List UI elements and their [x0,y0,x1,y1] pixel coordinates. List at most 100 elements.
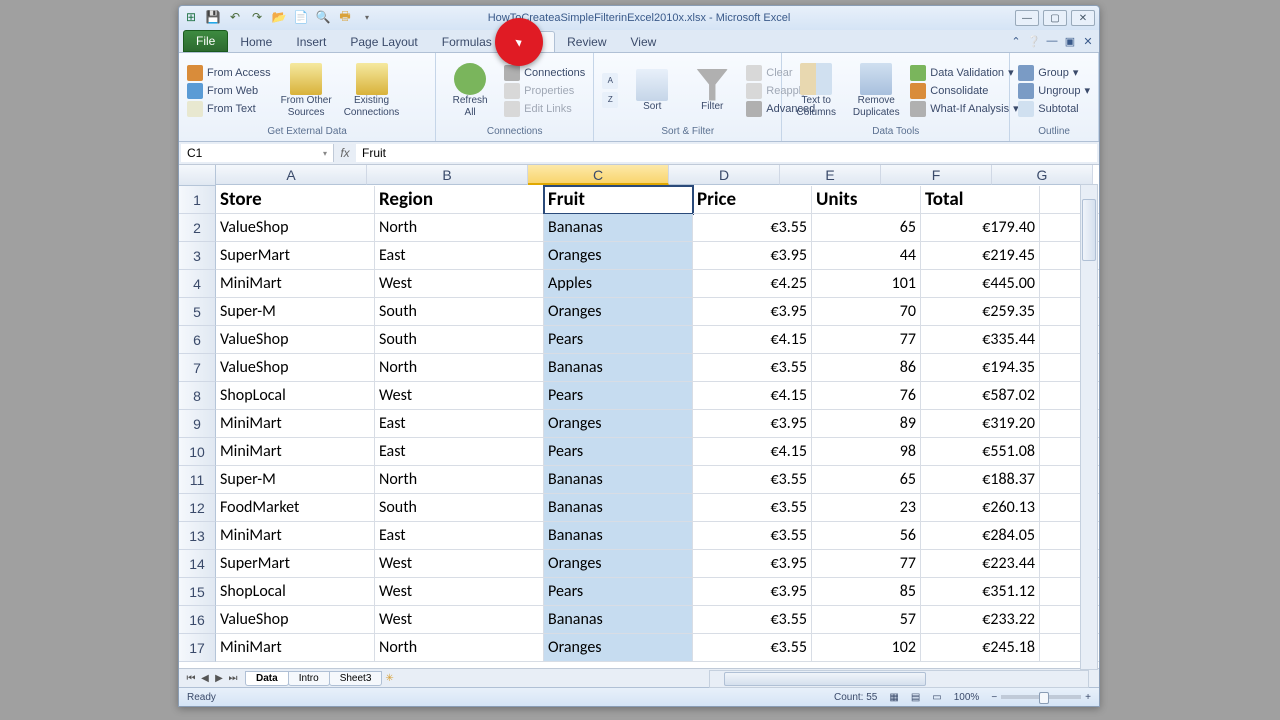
row-header[interactable]: 9 [179,410,216,438]
cell-B16[interactable]: West [375,606,544,634]
cell-F8[interactable]: €587.02 [921,382,1040,410]
cell-D8[interactable]: €4.15 [693,382,812,410]
view-normal-icon[interactable]: ▦ [889,692,898,703]
cell-C16[interactable]: Bananas [544,606,693,634]
cell-B10[interactable]: East [375,438,544,466]
cell-C8[interactable]: Pears [544,382,693,410]
formula-bar[interactable]: Fruit [356,144,1097,162]
cell-E8[interactable]: 76 [812,382,921,410]
cell-F6[interactable]: €335.44 [921,326,1040,354]
horizontal-scrollbar[interactable] [709,670,1089,688]
cell-A7[interactable]: ValueShop [216,354,375,382]
fx-icon[interactable]: fx [336,146,354,160]
row-header[interactable]: 6 [179,326,216,354]
remove-duplicates-button[interactable]: Remove Duplicates [848,61,904,121]
cell-F13[interactable]: €284.05 [921,522,1040,550]
close-button[interactable]: ✕ [1071,10,1095,26]
cell-A17[interactable]: MiniMart [216,634,375,662]
cell-D9[interactable]: €3.95 [693,410,812,438]
cell-E17[interactable]: 102 [812,634,921,662]
cell-B8[interactable]: West [375,382,544,410]
cell-C6[interactable]: Pears [544,326,693,354]
zoom-in-icon[interactable]: + [1085,692,1091,703]
row-header[interactable]: 1 [179,186,216,214]
cell-D6[interactable]: €4.15 [693,326,812,354]
sort-button[interactable]: Sort [624,67,680,115]
cell-A8[interactable]: ShopLocal [216,382,375,410]
cell-B7[interactable]: North [375,354,544,382]
tab-review[interactable]: Review [555,32,618,52]
qat-more-icon[interactable]: ▾ [359,9,375,25]
row-header[interactable]: 7 [179,354,216,382]
cell-E10[interactable]: 98 [812,438,921,466]
cell-C1[interactable]: Fruit [544,186,693,214]
cell-C7[interactable]: Bananas [544,354,693,382]
cell-E11[interactable]: 65 [812,466,921,494]
tab-page-layout[interactable]: Page Layout [338,32,429,52]
cell-B2[interactable]: North [375,214,544,242]
cell-F14[interactable]: €223.44 [921,550,1040,578]
cell-E15[interactable]: 85 [812,578,921,606]
zoom-level[interactable]: 100% [954,692,980,703]
cell-F17[interactable]: €245.18 [921,634,1040,662]
cell-D15[interactable]: €3.95 [693,578,812,606]
row-header[interactable]: 16 [179,606,216,634]
sheet-tab-sheet3[interactable]: Sheet3 [329,671,383,686]
view-break-icon[interactable]: ▭ [932,692,941,703]
cell-E9[interactable]: 89 [812,410,921,438]
row-header[interactable]: 2 [179,214,216,242]
from-other-sources-button[interactable]: From Other Sources [277,61,336,121]
name-box[interactable]: C1▾ [181,144,334,162]
hscroll-thumb[interactable] [724,672,926,686]
preview-icon[interactable]: 🔍 [315,9,331,25]
existing-connections-button[interactable]: Existing Connections [340,61,404,121]
cell-A2[interactable]: ValueShop [216,214,375,242]
group-button[interactable]: Group ▾ [1016,64,1092,82]
cell-E1[interactable]: Units [812,186,921,214]
cell-E6[interactable]: 77 [812,326,921,354]
row-header[interactable]: 15 [179,578,216,606]
connections-button[interactable]: Connections [502,64,587,82]
cell-E2[interactable]: 65 [812,214,921,242]
row-header[interactable]: 3 [179,242,216,270]
cell-F1[interactable]: Total [921,186,1040,214]
cell-A15[interactable]: ShopLocal [216,578,375,606]
cell-C2[interactable]: Bananas [544,214,693,242]
cell-A14[interactable]: SuperMart [216,550,375,578]
cell-B4[interactable]: West [375,270,544,298]
cell-F3[interactable]: €219.45 [921,242,1040,270]
sort-az-button[interactable]: A [600,72,620,90]
ribbon-minimize-icon[interactable]: ⌃ [1009,34,1023,48]
tab-home[interactable]: Home [228,32,284,52]
cell-E12[interactable]: 23 [812,494,921,522]
workbook-restore-icon[interactable]: ▣ [1063,34,1077,48]
cell-D7[interactable]: €3.55 [693,354,812,382]
row-header[interactable]: 5 [179,298,216,326]
from-access-button[interactable]: From Access [185,64,273,82]
sheet-nav[interactable]: ⏮◀▶⏭ [185,673,239,684]
cell-A11[interactable]: Super-M [216,466,375,494]
cell-B14[interactable]: West [375,550,544,578]
column-header-G[interactable]: G [992,165,1093,185]
row-header[interactable]: 10 [179,438,216,466]
cell-D1[interactable]: Price [693,186,812,214]
cell-D4[interactable]: €4.25 [693,270,812,298]
cell-A13[interactable]: MiniMart [216,522,375,550]
cell-A12[interactable]: FoodMarket [216,494,375,522]
tab-file[interactable]: File [183,30,228,52]
cell-C13[interactable]: Bananas [544,522,693,550]
workbook-close-icon[interactable]: ✕ [1081,34,1095,48]
cell-C4[interactable]: Apples [544,270,693,298]
cell-F5[interactable]: €259.35 [921,298,1040,326]
cell-D16[interactable]: €3.55 [693,606,812,634]
cell-F9[interactable]: €319.20 [921,410,1040,438]
zoom-slider[interactable]: − + [991,692,1091,703]
vscroll-thumb[interactable] [1082,199,1096,261]
cell-F2[interactable]: €179.40 [921,214,1040,242]
cell-E7[interactable]: 86 [812,354,921,382]
cell-C17[interactable]: Oranges [544,634,693,662]
cell-E5[interactable]: 70 [812,298,921,326]
cell-C11[interactable]: Bananas [544,466,693,494]
cell-D17[interactable]: €3.55 [693,634,812,662]
undo-icon[interactable]: ↶ [227,9,243,25]
